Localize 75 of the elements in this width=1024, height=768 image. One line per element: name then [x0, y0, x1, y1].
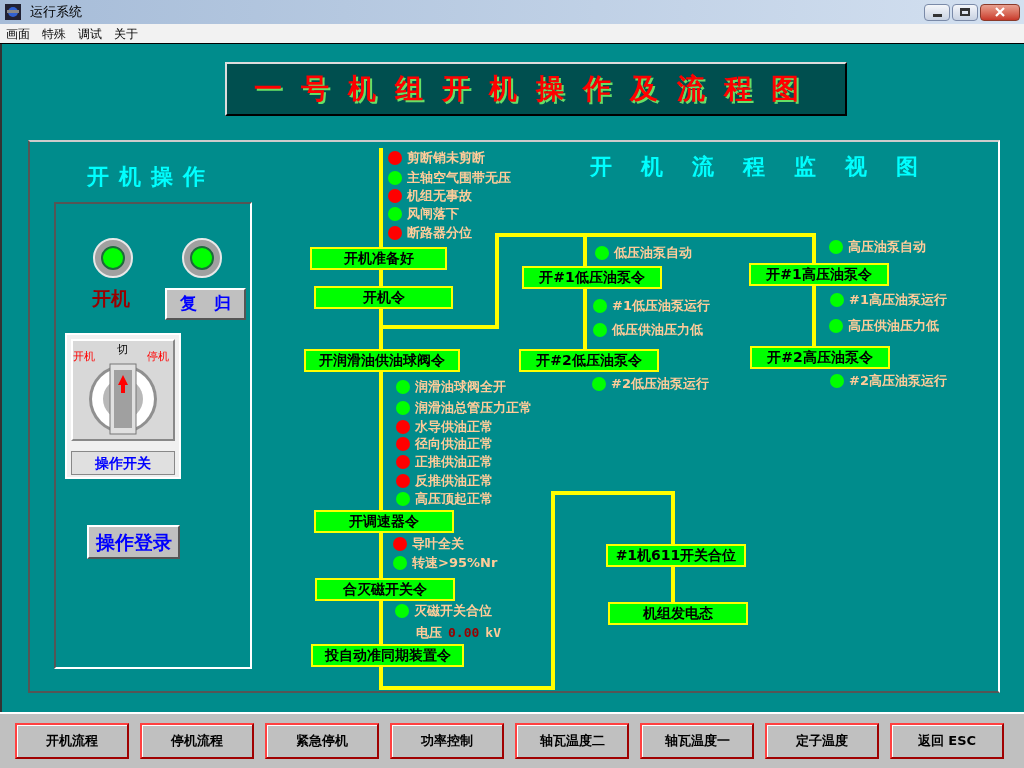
connector-line [583, 287, 587, 350]
maximize-icon [960, 8, 970, 16]
selector-switch[interactable]: 开机 切 停机 操作开关 [65, 333, 181, 479]
menu-item[interactable]: 画面 [0, 24, 36, 43]
nav-button[interactable]: 开机流程 [15, 723, 129, 759]
nav-button[interactable]: 功率控制 [390, 723, 504, 759]
status-label: 润滑油总管压力正常 [415, 399, 532, 418]
indicator-lamp [93, 238, 133, 278]
close-icon [995, 7, 1005, 17]
status-label: 低压油泵自动 [614, 244, 692, 263]
command-box: 开#2高压油泵令 [750, 346, 890, 369]
status-label: #1低压油泵运行 [612, 297, 710, 316]
command-box: 开调速器令 [314, 510, 454, 533]
status-label: 风闸落下 [407, 205, 459, 224]
nav-button[interactable]: 轴瓦温度一 [640, 723, 754, 759]
command-box: 开#1高压油泵令 [749, 263, 889, 286]
command-box: 开#1低压油泵令 [522, 266, 662, 289]
indicator-lamp [182, 238, 222, 278]
switch-position-label: 开机 [73, 349, 95, 365]
switch-knob-icon [87, 363, 159, 435]
status-label: #2低压油泵运行 [611, 375, 709, 394]
command-box: 开#2低压油泵令 [519, 349, 659, 372]
panel-title: 开机操作 [87, 163, 215, 191]
switch-position-label: 切 [117, 342, 128, 358]
command-box: 机组发电态 [608, 602, 748, 625]
status-label: 径向供油正常 [415, 435, 493, 454]
status-label: 高压油泵自动 [848, 238, 926, 257]
connector-line [671, 566, 675, 602]
command-box: 投自动准同期装置令 [311, 644, 464, 667]
status-label: #2高压油泵运行 [849, 372, 947, 391]
nav-button[interactable]: 停机流程 [140, 723, 254, 759]
status-label: 正推供油正常 [415, 453, 493, 472]
nav-button[interactable]: 返回 ESC [890, 723, 1004, 759]
command-box: 开机令 [314, 286, 453, 309]
minimize-icon [932, 13, 942, 17]
banner-title: 一号机组开机操作及流程图 [254, 71, 818, 107]
minimize-button[interactable] [924, 3, 950, 21]
status-label: 润滑油球阀全开 [415, 378, 506, 397]
status-label: 高压顶起正常 [415, 490, 493, 509]
status-label: 反推供油正常 [415, 472, 493, 491]
voltage-label: 电压 [416, 624, 442, 643]
menu-item[interactable]: 关于 [108, 24, 144, 43]
command-box: 合灭磁开关令 [315, 578, 455, 601]
voltage-value: 0.00 [448, 624, 480, 643]
status-label: 高压供油压力低 [848, 317, 939, 336]
menu-item[interactable]: 调试 [72, 24, 108, 43]
command-box: 开润滑油供油球阀令 [304, 349, 460, 372]
reset-button[interactable]: 复 归 [165, 288, 246, 320]
status-label: #1高压油泵运行 [849, 291, 947, 310]
command-box: 开机准备好 [310, 247, 447, 270]
app-icon [4, 3, 22, 21]
switch-caption: 操作开关 [71, 451, 175, 475]
status-label: 灭磁开关合位 [414, 602, 492, 621]
voltage-unit: kV [485, 624, 501, 643]
status-label: 导叶全关 [412, 535, 464, 554]
switch-position-label: 停机 [147, 349, 169, 365]
status-label: 主轴空气围带无压 [407, 169, 511, 188]
maximize-button[interactable] [952, 3, 978, 21]
status-label: 剪断销未剪断 [407, 149, 485, 168]
status-label: 断路器分位 [407, 224, 472, 243]
nav-button[interactable]: 紧急停机 [265, 723, 379, 759]
nav-button[interactable]: 定子温度 [765, 723, 879, 759]
menu-item[interactable]: 特殊 [36, 24, 72, 43]
status-label: 转速>95%Nr [412, 554, 498, 573]
status-label: 机组无事故 [407, 187, 472, 206]
status-label: 低压供油压力低 [612, 321, 703, 340]
login-button[interactable]: 操作登录 [87, 525, 180, 559]
start-label: 开机 [92, 286, 130, 311]
connector-line [812, 285, 816, 346]
close-button[interactable] [980, 3, 1020, 21]
window-title: 运行系统 [30, 3, 82, 22]
nav-button[interactable]: 轴瓦温度二 [515, 723, 629, 759]
command-box: #1机611开关合位 [606, 544, 746, 567]
flow-title: 开机流程监视图 [590, 153, 947, 181]
status-label: 水导供油正常 [415, 418, 493, 437]
